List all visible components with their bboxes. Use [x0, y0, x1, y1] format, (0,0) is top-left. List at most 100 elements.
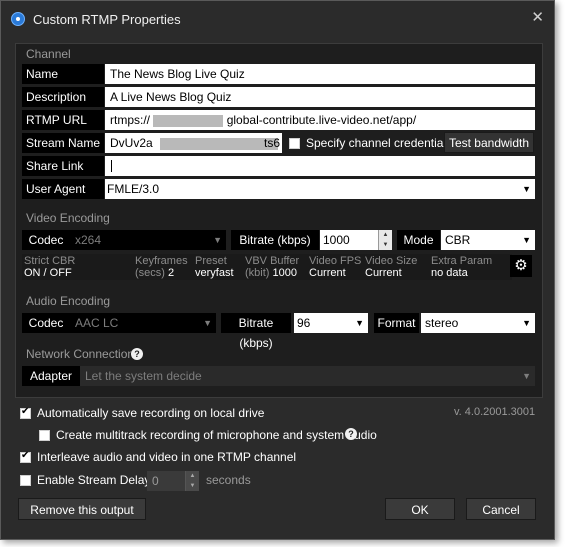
- video-size-stat[interactable]: Video Size Current: [365, 255, 417, 279]
- stream-name-prefix: DvUv2a: [110, 136, 153, 150]
- video-bitrate-label: Bitrate (kbps): [231, 230, 319, 250]
- stream-delay-input[interactable]: 0 ▲ ▼: [147, 471, 199, 491]
- cancel-button[interactable]: Cancel: [466, 498, 536, 520]
- vbv-buffer-stat[interactable]: VBV Buffer (kbit) 1000: [245, 255, 299, 279]
- stat-key: Extra Param: [431, 255, 493, 267]
- stat-value: Current: [365, 267, 402, 279]
- stream-delay-label: Enable Stream Delay: [37, 473, 151, 487]
- chevron-down-icon: ▼: [522, 318, 531, 328]
- stat-value: veryfast: [195, 267, 234, 279]
- rtmp-url-prefix: rtmps://: [110, 113, 151, 127]
- gear-icon[interactable]: ⚙: [510, 255, 532, 277]
- rtmp-url-input[interactable]: rtmps:// global-contribute.live-video.ne…: [105, 110, 535, 130]
- chevron-down-icon: ▼: [522, 184, 531, 194]
- video-codec-select[interactable]: x264 ▼: [70, 230, 226, 250]
- bitrate-spinner-icon[interactable]: ▲ ▼: [378, 230, 392, 250]
- mode-select[interactable]: CBR ▼: [441, 230, 535, 250]
- name-label: Name: [22, 64, 104, 84]
- audio-bitrate-label: Bitrate (kbps): [221, 313, 291, 350]
- user-agent-value: FMLE/3.0: [107, 182, 160, 196]
- keyframes-stat[interactable]: Keyframes (secs) 2: [135, 255, 188, 279]
- preset-stat[interactable]: Preset veryfast: [195, 255, 234, 279]
- video-fps-stat[interactable]: Video FPS Current: [309, 255, 361, 279]
- version-text: v. 4.0.2001.3001: [454, 406, 536, 418]
- video-codec-value: x264: [75, 233, 102, 247]
- ok-button[interactable]: OK: [385, 498, 455, 520]
- chevron-down-icon: ▼: [203, 318, 212, 328]
- mode-label: Mode: [397, 230, 440, 250]
- stat-key: Strict CBR: [24, 255, 76, 267]
- user-agent-select[interactable]: FMLE/3.0 ▼: [105, 179, 535, 199]
- delay-unit-label: seconds: [206, 473, 251, 487]
- broadcast-icon: [11, 12, 25, 26]
- stat-key: Video FPS: [309, 255, 362, 267]
- stream-delay-checkbox[interactable]: [20, 475, 31, 486]
- video-codec-label: Codec: [22, 230, 70, 250]
- stat-key: Keyframes: [135, 255, 188, 267]
- stat-value: 1000: [272, 267, 297, 279]
- mode-value: CBR: [445, 233, 471, 247]
- audio-codec-select[interactable]: AAC LC ▼: [70, 313, 216, 333]
- strict-cbr-stat[interactable]: Strict CBR ON / OFF: [24, 255, 75, 279]
- auto-save-label: Automatically save recording on local dr…: [37, 406, 265, 420]
- video-bitrate-value: 1000: [323, 233, 350, 247]
- rtmp-url-label: RTMP URL: [22, 110, 104, 130]
- redacted-url-part: [153, 114, 224, 127]
- interleave-checkbox[interactable]: [20, 450, 31, 463]
- help-icon[interactable]: ?: [345, 428, 357, 440]
- share-link-input[interactable]: [105, 156, 535, 176]
- video-bitrate-input[interactable]: 1000 ▲ ▼: [320, 230, 392, 250]
- adapter-select[interactable]: Let the system decide ▼: [80, 366, 535, 386]
- title-bar: Custom RTMP Properties ✕: [1, 1, 554, 35]
- audio-bitrate-value: 96: [297, 316, 311, 330]
- remove-output-button[interactable]: Remove this output: [18, 498, 146, 520]
- audio-bitrate-select[interactable]: 96 ▼: [294, 313, 368, 333]
- description-input[interactable]: A Live News Blog Quiz: [105, 87, 535, 107]
- rtmp-url-suffix: global-contribute.live-video.net/app/: [226, 113, 417, 127]
- stat-value: ON / OFF: [24, 267, 72, 279]
- credentials-checkbox[interactable]: [289, 138, 300, 149]
- redacted-stream-key: [160, 137, 279, 150]
- stream-name-input[interactable]: DvUv2a ts6: [105, 133, 282, 153]
- format-label: Format: [374, 313, 419, 333]
- test-bandwidth-button[interactable]: Test bandwidth: [444, 132, 534, 153]
- adapter-label: Adapter: [22, 366, 80, 386]
- stream-name-label: Stream Name: [22, 133, 104, 153]
- user-agent-label: User Agent: [22, 179, 104, 199]
- chevron-down-icon: ▼: [355, 318, 364, 328]
- chevron-down-icon: ▼: [522, 235, 531, 245]
- auto-save-checkbox[interactable]: [20, 406, 31, 419]
- adapter-value: Let the system decide: [85, 369, 202, 383]
- network-section-title: Network Connection: [26, 347, 135, 361]
- stat-key: Preset: [195, 255, 227, 267]
- settings-panel: Channel Name The News Blog Live Quiz Des…: [15, 43, 543, 398]
- close-icon[interactable]: ✕: [531, 8, 544, 26]
- format-select[interactable]: stereo ▼: [421, 313, 535, 333]
- multitrack-checkbox[interactable]: [39, 430, 50, 441]
- description-label: Description: [22, 87, 104, 107]
- name-input[interactable]: The News Blog Live Quiz: [105, 64, 535, 84]
- delay-spinner-icon[interactable]: ▲ ▼: [185, 471, 199, 491]
- stat-value: Current: [309, 267, 346, 279]
- audio-codec-value: AAC LC: [75, 316, 119, 330]
- stream-delay-value: 0: [152, 474, 159, 488]
- stat-key: VBV Buffer: [245, 255, 300, 267]
- video-section-title: Video Encoding: [26, 211, 110, 225]
- chevron-down-icon: ▼: [213, 235, 222, 245]
- audio-codec-label: Codec: [22, 313, 70, 333]
- help-icon[interactable]: ?: [131, 348, 143, 360]
- audio-section-title: Audio Encoding: [26, 294, 111, 308]
- multitrack-label: Create multitrack recording of microphon…: [56, 428, 377, 442]
- credentials-label: Specify channel credentials: [306, 136, 453, 150]
- stat-unit: (secs): [135, 267, 165, 279]
- format-value: stereo: [425, 316, 459, 330]
- text-cursor: [111, 160, 112, 172]
- interleave-label: Interleave audio and video in one RTMP c…: [37, 450, 297, 464]
- extra-param-stat[interactable]: Extra Param no data: [431, 255, 492, 279]
- stat-value: 2: [168, 267, 175, 279]
- stat-unit: (kbit): [245, 267, 270, 279]
- channel-section-title: Channel: [26, 47, 71, 61]
- stat-key: Video Size: [365, 255, 418, 267]
- stream-name-suffix: ts6: [263, 136, 280, 150]
- stat-value: no data: [431, 267, 468, 279]
